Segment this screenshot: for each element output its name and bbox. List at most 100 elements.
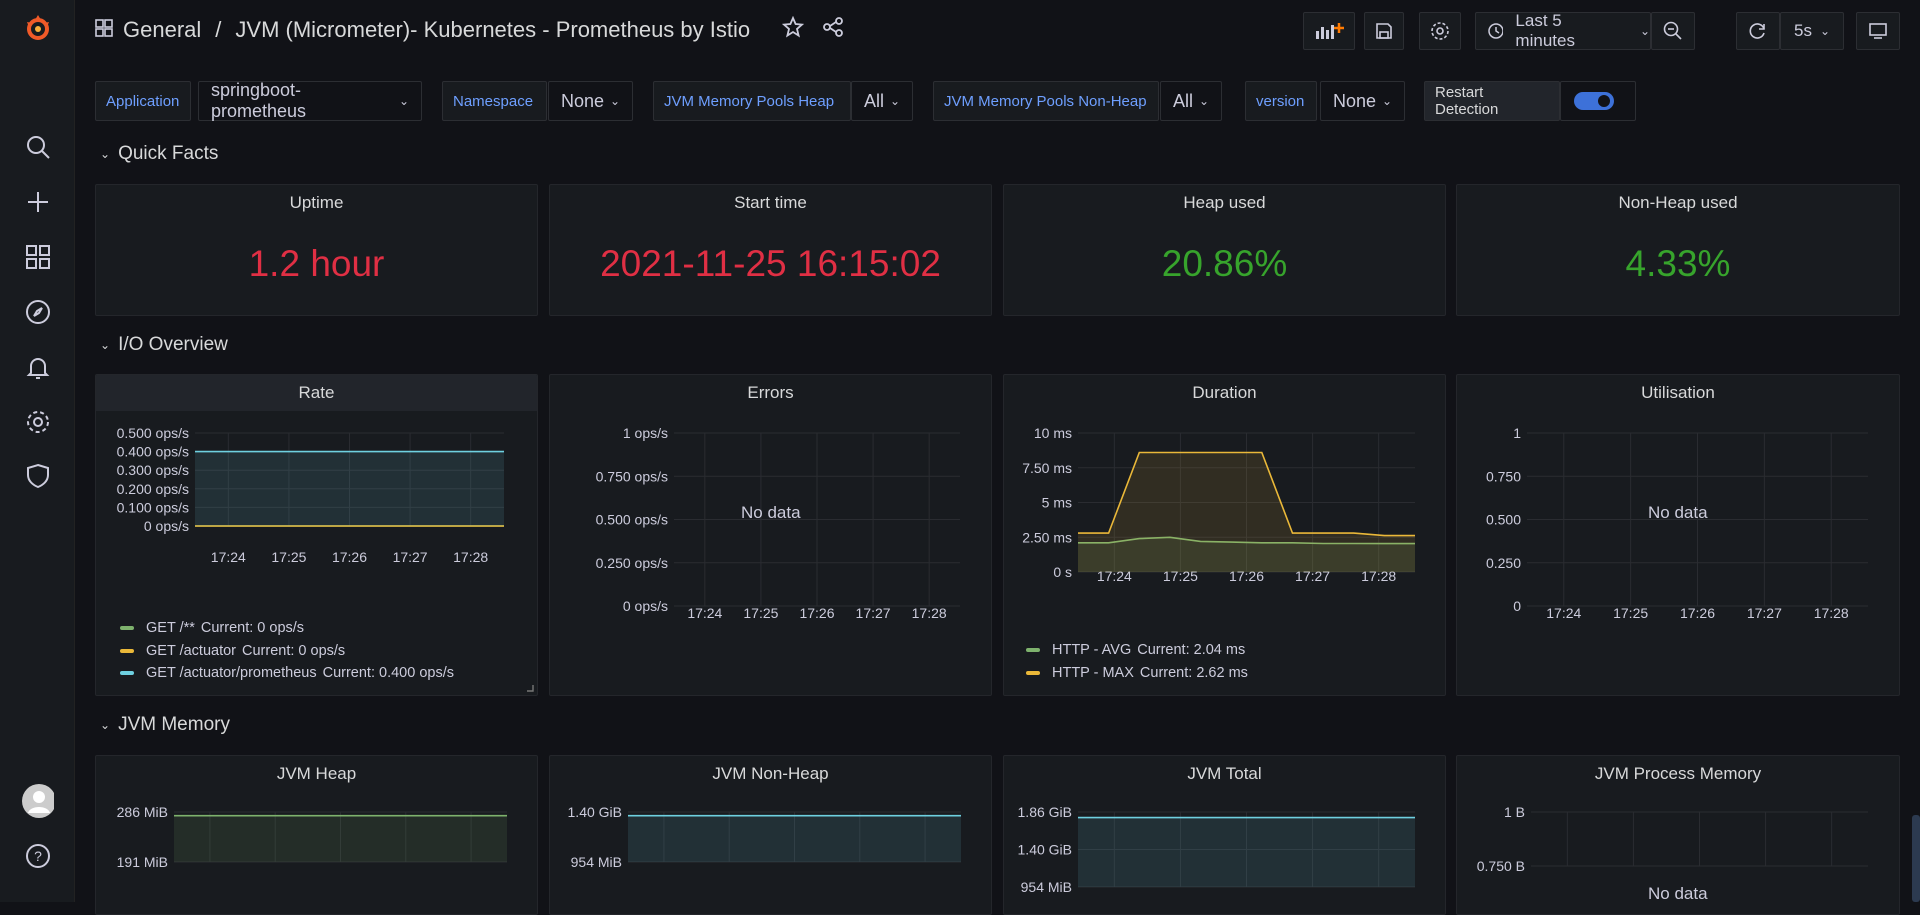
y-tick-label: 0.750 B: [1477, 858, 1525, 874]
chart-jvm-total: 1.86 GiB 1.40 GiB 954 MiB: [1018, 804, 1415, 895]
chart-errors: 1 ops/s 0.750 ops/s 0.500 ops/s 0.250 ops/s…: [596, 425, 960, 621]
x-tick-label: 17:24: [1546, 605, 1581, 621]
variable-application-label: Application: [95, 81, 191, 121]
scrollbar[interactable]: [1912, 815, 1920, 902]
variable-pools-nonheap-label: JVM Memory Pools Non-Heap: [933, 81, 1159, 121]
grafana-logo-icon[interactable]: [22, 12, 54, 44]
explore-compass-icon[interactable]: [22, 296, 54, 328]
chevron-down-icon: ⌄: [100, 338, 111, 352]
save-dashboard-button[interactable]: [1364, 12, 1404, 50]
panel-rate[interactable]: Rate 0.500 ops/s 0.400 ops/s 0.300 ops/s 0.…: [95, 374, 538, 696]
row-io-overview-title: I/O Overview: [118, 334, 228, 355]
variable-version-label: version: [1245, 81, 1317, 121]
legend-item[interactable]: GET /actuator Current: 0 ops/s: [120, 643, 345, 659]
panel-uptime[interactable]: Uptime 1.2 hour: [95, 184, 538, 316]
panel-nonheap-used[interactable]: Non-Heap used 4.33%: [1456, 184, 1900, 316]
variable-version-select[interactable]: None ⌄: [1320, 81, 1405, 121]
time-range-picker[interactable]: Last 5 minutes ⌄: [1475, 11, 1651, 50]
y-tick-label: 1: [1513, 425, 1521, 441]
panel-jvm-heap[interactable]: JVM Heap 286 MiB 191 MiB: [95, 755, 538, 915]
side-nav: ?: [0, 0, 75, 902]
y-tick-label: 10 ms: [1034, 425, 1072, 441]
share-icon[interactable]: [822, 16, 844, 44]
legend-current: Current: 2.04 ms: [1137, 642, 1246, 658]
add-panel-button[interactable]: [1303, 12, 1355, 50]
row-io-overview[interactable]: ⌄ I/O Overview: [100, 334, 228, 356]
panel-duration[interactable]: Duration 10 ms 7.50 ms 5 ms 2.50 ms 0 s 17:24…: [1003, 374, 1446, 696]
panel-utilisation[interactable]: Utilisation 1 0.750 0.500 0.250 0 17:24 17:25 1…: [1456, 374, 1900, 696]
search-icon[interactable]: [22, 131, 54, 163]
gear-icon: [1431, 22, 1449, 40]
variable-pools-heap-label: JVM Memory Pools Heap: [653, 81, 851, 121]
legend-series-name: GET /**: [146, 620, 195, 636]
panel-jvm-nonheap[interactable]: JVM Non-Heap 1.40 GiB 954 MiB: [549, 755, 992, 915]
legend-item[interactable]: HTTP - AVG Current: 2.04 ms: [1026, 642, 1245, 658]
dashboard-settings-button[interactable]: [1419, 12, 1461, 50]
x-tick-label: 17:24: [687, 605, 722, 621]
help-icon[interactable]: ?: [22, 840, 54, 872]
panel-heap-used[interactable]: Heap used 20.86%: [1003, 184, 1446, 316]
y-tick-label: 1 ops/s: [623, 425, 668, 441]
y-tick-label: 1.86 GiB: [1018, 804, 1072, 820]
variable-pools-heap-select[interactable]: All ⌄: [851, 81, 913, 121]
variable-pools-heap-value: All: [864, 90, 885, 111]
stat-value: 20.86%: [1161, 243, 1288, 284]
panel-jvm-total[interactable]: JVM Total 1.86 GiB 1.40 GiB 954 MiB: [1003, 755, 1446, 915]
user-avatar[interactable]: [22, 784, 54, 818]
zoom-out-button[interactable]: [1651, 12, 1695, 50]
legend-item[interactable]: GET /actuator/prometheus Current: 0.400 o…: [120, 665, 454, 681]
y-tick-label: 0.400 ops/s: [117, 444, 189, 460]
row-quick-facts[interactable]: ⌄ Quick Facts: [100, 143, 218, 165]
variable-application-select[interactable]: springboot-prometheus ⌄: [198, 80, 422, 121]
stat-value: 1.2 hour: [248, 243, 385, 284]
y-tick-label: 286 MiB: [117, 804, 168, 820]
variable-namespace-select[interactable]: None ⌄: [548, 81, 633, 121]
legend-swatch: [120, 649, 134, 653]
x-tick-label: 17:26: [332, 549, 367, 565]
chevron-down-icon: ⌄: [398, 94, 409, 108]
x-tick-label: 17:26: [799, 605, 834, 621]
series-area: [1078, 452, 1415, 572]
server-admin-shield-icon[interactable]: [22, 460, 54, 492]
panel-errors[interactable]: Errors 1 ops/s 0.750 ops/s 0.500 ops/s 0.25…: [549, 374, 992, 696]
star-icon[interactable]: [781, 15, 805, 44]
variable-namespace-label: Namespace: [442, 81, 547, 121]
dashboard-title[interactable]: JVM (Micrometer)- Kubernetes - Prometheu…: [235, 17, 750, 43]
view-mode-button[interactable]: [1856, 12, 1900, 50]
y-tick-label: 0.100 ops/s: [117, 499, 189, 515]
restart-detection-toggle[interactable]: [1560, 81, 1636, 121]
legend-item[interactable]: HTTP - MAX Current: 2.62 ms: [1026, 665, 1248, 681]
add-panel-icon: [1316, 23, 1344, 39]
variable-version-value: None: [1333, 90, 1377, 111]
panel-jvm-process-memory[interactable]: JVM Process Memory 1 B 0.750 B No data: [1456, 755, 1900, 915]
y-tick-label: 0: [1513, 598, 1521, 614]
create-plus-icon[interactable]: [22, 186, 54, 218]
refresh-interval-picker[interactable]: 5s ⌄: [1780, 12, 1844, 50]
variable-application-value: springboot-prometheus: [211, 80, 307, 121]
variable-namespace-value: None: [561, 90, 605, 111]
alerting-bell-icon[interactable]: [22, 351, 54, 383]
resize-handle-icon[interactable]: [526, 684, 534, 692]
breadcrumb-folder[interactable]: General: [123, 17, 201, 43]
configuration-gear-icon[interactable]: [22, 406, 54, 438]
top-bar: General / JVM (Micrometer)- Kubernetes -…: [75, 0, 1920, 64]
refresh-button[interactable]: [1736, 12, 1780, 50]
legend-item[interactable]: GET /** Current: 0 ops/s: [120, 620, 304, 636]
refresh-interval-label: 5s: [1793, 21, 1812, 40]
chevron-down-icon: ⌄: [100, 147, 111, 161]
chart-jvm-heap: 286 MiB 191 MiB: [117, 804, 507, 870]
x-tick-label: 17:25: [271, 549, 306, 565]
variable-pools-nonheap-select[interactable]: All ⌄: [1160, 81, 1222, 121]
stat-value: 4.33%: [1625, 243, 1731, 284]
y-tick-label: 954 MiB: [571, 854, 622, 870]
x-tick-label: 17:25: [1613, 605, 1648, 621]
chart-jvm-nonheap: 1.40 GiB 954 MiB: [568, 804, 961, 870]
legend-swatch: [120, 671, 134, 675]
panel-title: Uptime: [289, 193, 344, 212]
y-tick-label: 7.50 ms: [1022, 460, 1072, 476]
row-jvm-memory-title: JVM Memory: [118, 714, 230, 735]
legend-current: Current: 0.400 ops/s: [322, 665, 454, 681]
row-jvm-memory[interactable]: ⌄ JVM Memory: [100, 714, 230, 736]
dashboards-icon[interactable]: [22, 241, 54, 273]
panel-start-time[interactable]: Start time 2021-11-25 16:15:02: [549, 184, 992, 316]
